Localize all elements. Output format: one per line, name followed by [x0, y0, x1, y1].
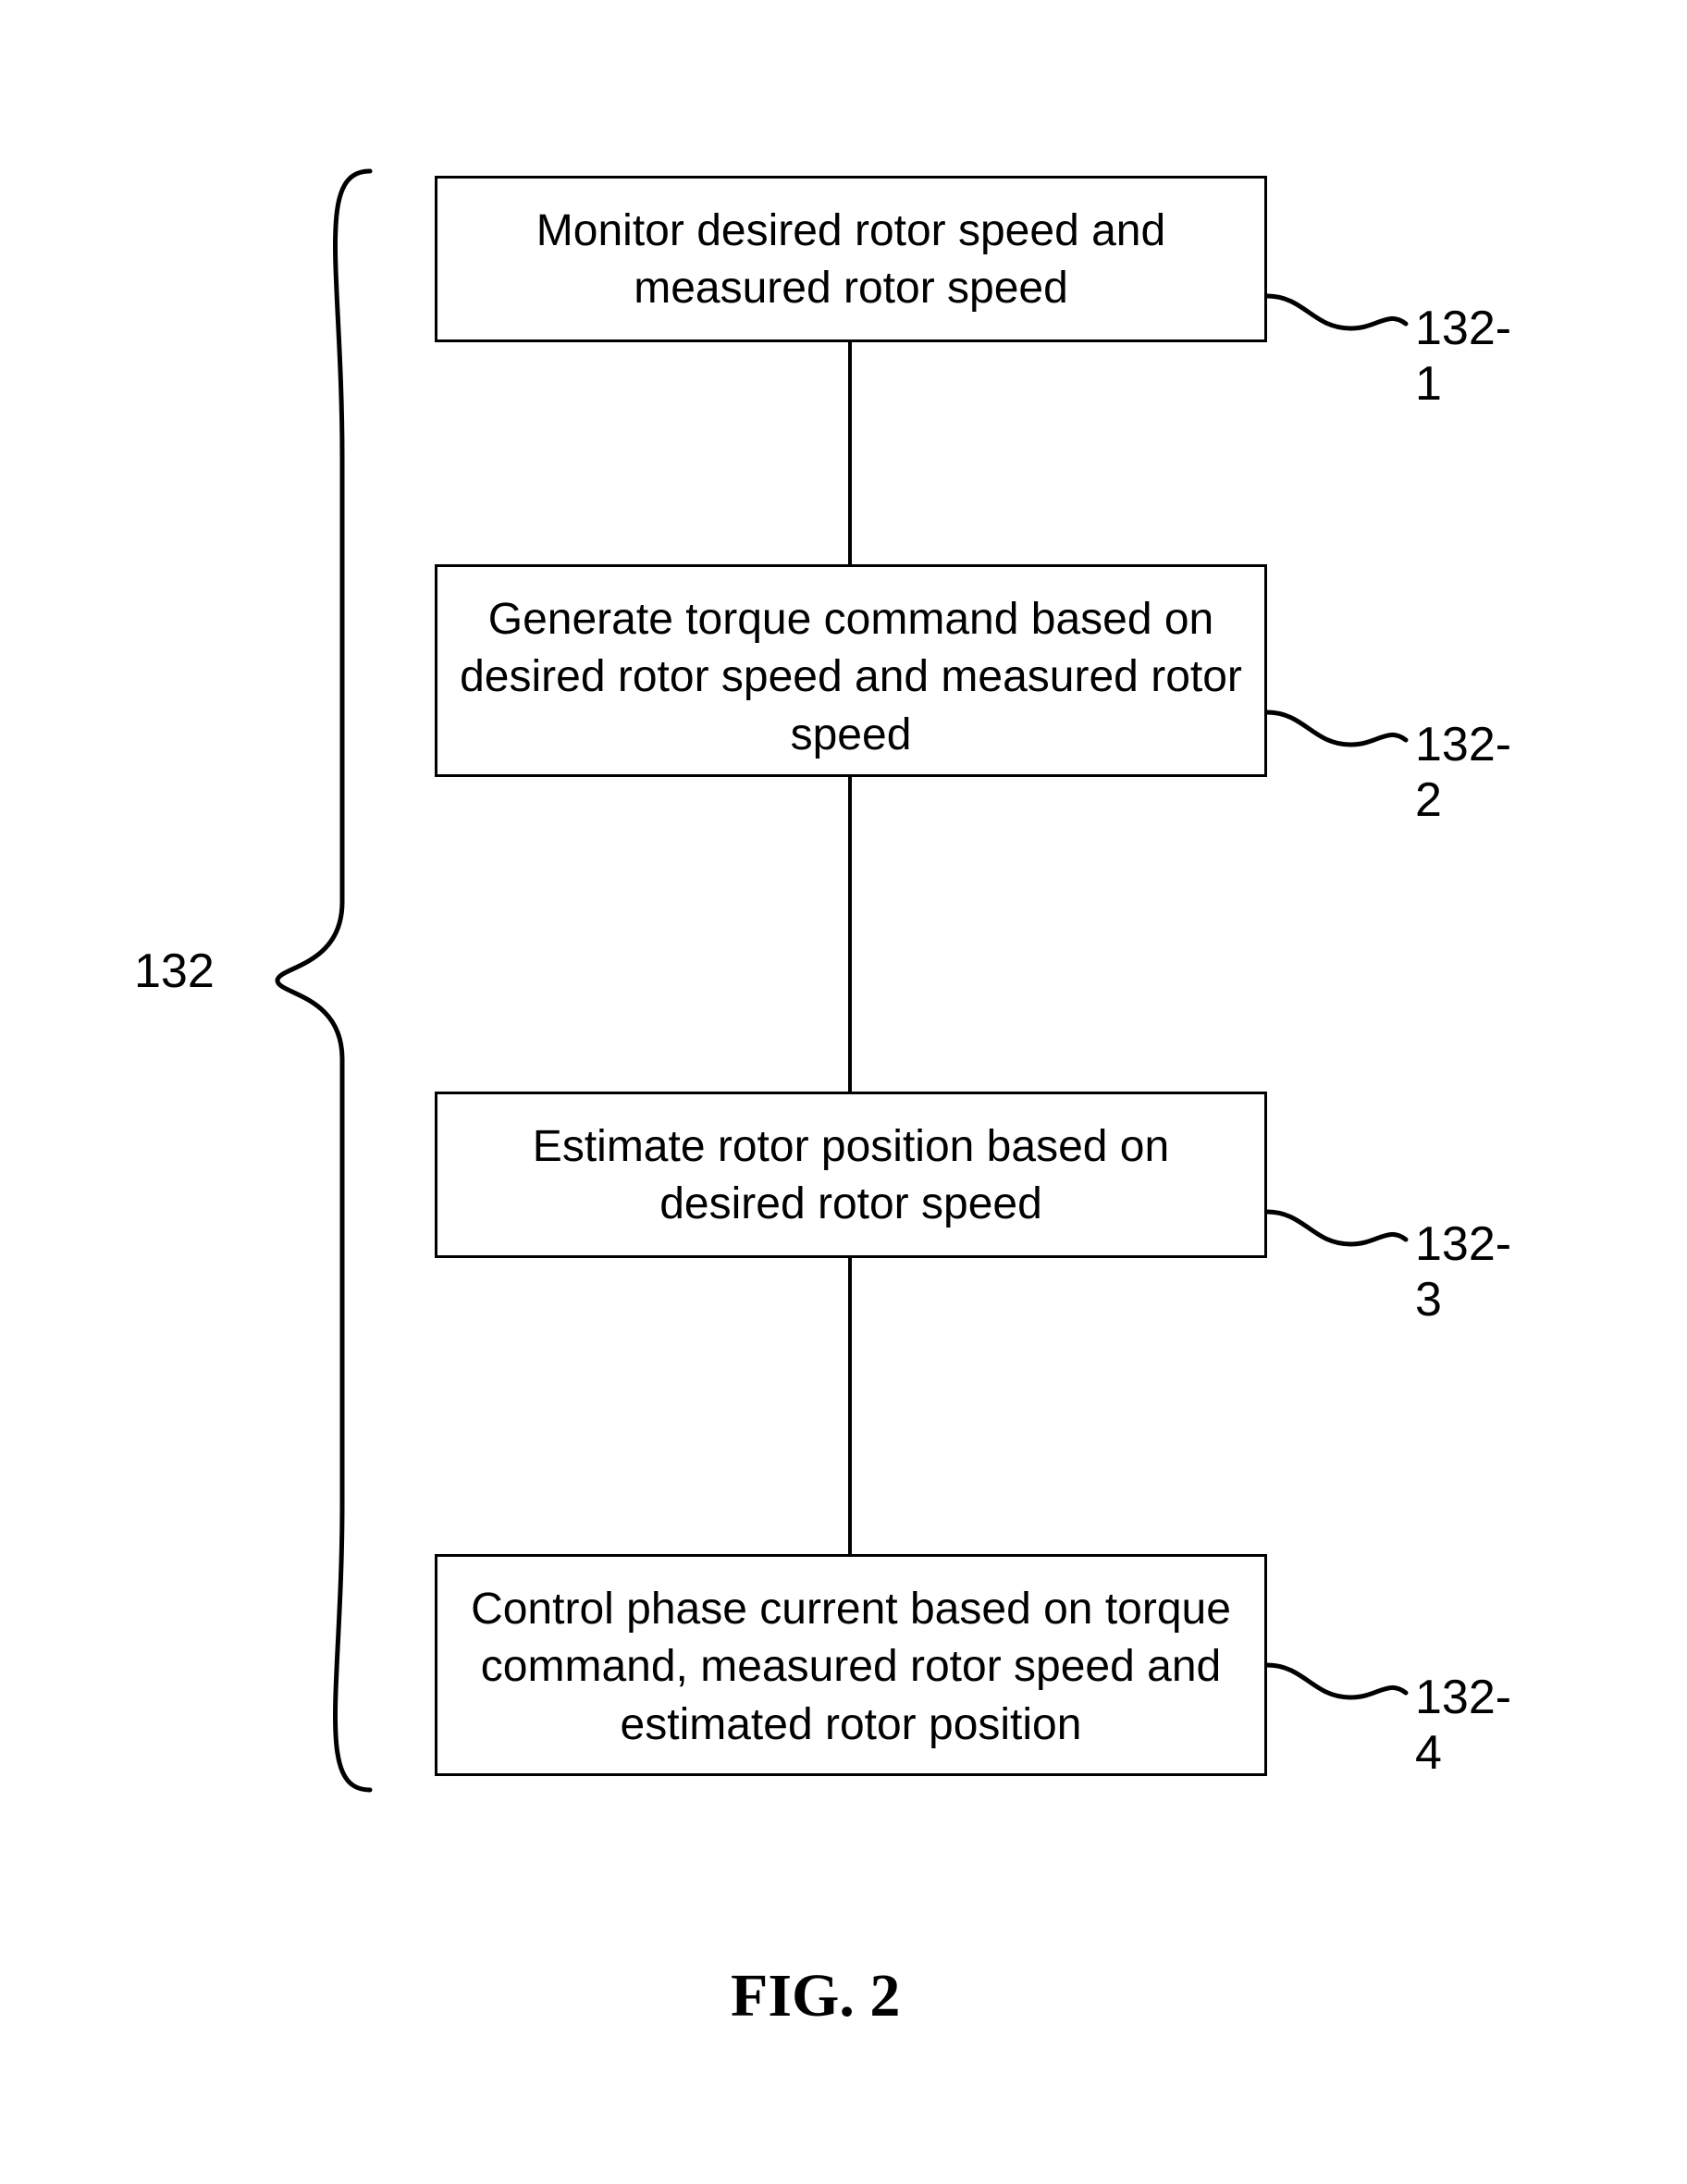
connector-line	[848, 777, 852, 1092]
figure-caption: FIG. 2	[731, 1961, 900, 2031]
step-label-4: 132-4	[1415, 1670, 1511, 1781]
leader-icon	[1267, 278, 1434, 352]
connector-line	[848, 342, 852, 564]
step-box-4: Control phase current based on torque co…	[435, 1554, 1267, 1776]
leader-icon	[1267, 1193, 1434, 1267]
page: 132 Monitor desired rotor speed and meas…	[0, 0, 1687, 2184]
curly-brace-icon	[259, 162, 388, 1799]
group-label: 132	[134, 944, 215, 999]
flowchart: Monitor desired rotor speed and measured…	[388, 176, 1313, 1785]
step-label-1: 132-1	[1415, 301, 1511, 412]
step-box-3: Estimate rotor position based on desired…	[435, 1092, 1267, 1258]
step-box-1: Monitor desired rotor speed and measured…	[435, 176, 1267, 342]
step-label-3: 132-3	[1415, 1216, 1511, 1327]
step-label-2: 132-2	[1415, 717, 1511, 828]
connector-line	[848, 1258, 852, 1554]
leader-icon	[1267, 1647, 1434, 1721]
step-box-2: Generate torque command based on desired…	[435, 564, 1267, 777]
leader-icon	[1267, 694, 1434, 768]
